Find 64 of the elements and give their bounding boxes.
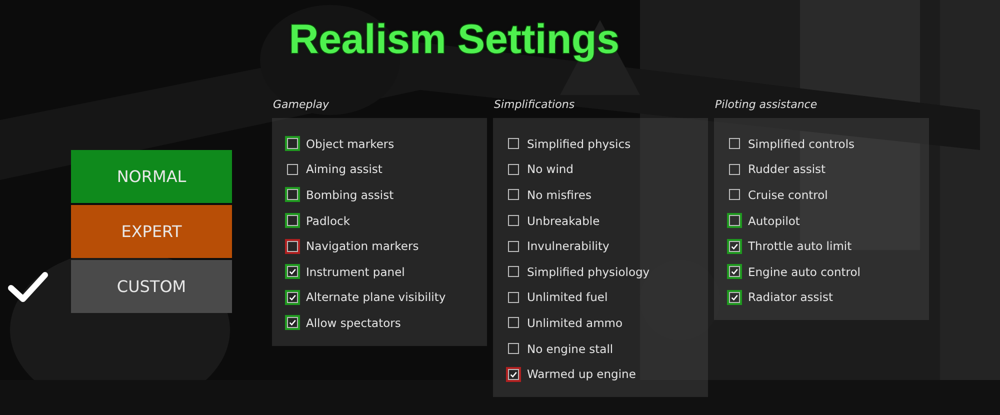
option-label: Invulnerability (527, 239, 610, 254)
checkbox[interactable] (506, 315, 521, 330)
option-label: Rudder assist (748, 162, 826, 176)
checkbox[interactable] (506, 366, 521, 382)
checkmark-icon (288, 318, 297, 328)
checkbox[interactable] (285, 187, 300, 202)
checkbox[interactable] (506, 187, 521, 202)
checkmark-icon (730, 242, 739, 251)
checkmark-icon (730, 267, 739, 276)
option-label: Alternate plane visibility (306, 290, 446, 304)
preset-button[interactable]: CUSTOM (71, 260, 232, 313)
option-label: Unlimited fuel (527, 290, 608, 304)
checkbox[interactable] (727, 264, 742, 280)
option-label: Autopilot (748, 214, 800, 228)
checkbox[interactable] (506, 341, 521, 356)
option-label: Radiator assist (748, 290, 833, 304)
checkbox[interactable] (506, 213, 521, 228)
checkmark-icon (509, 370, 518, 379)
checkbox[interactable] (727, 290, 742, 305)
preset-button[interactable]: NORMAL (71, 150, 232, 203)
option-label: Cruise control (748, 188, 828, 202)
checkmark-icon (288, 292, 297, 302)
option-label: No wind (527, 162, 574, 176)
checkmark-icon (288, 267, 297, 276)
preset-button[interactable]: EXPERT (71, 205, 232, 258)
option-label: Allow spectators (306, 316, 401, 330)
option-label: Unbreakable (527, 214, 600, 228)
option-label: Simplified physics (527, 136, 631, 151)
option-label: Simplified physiology (527, 264, 650, 279)
option-label: Throttle auto limit (748, 239, 852, 254)
checkbox[interactable] (727, 162, 742, 177)
checkbox[interactable] (285, 213, 300, 228)
option-label: No misfires (527, 188, 592, 202)
option-label: No engine stall (527, 342, 614, 356)
checkbox[interactable] (285, 315, 300, 330)
checkbox[interactable] (506, 290, 521, 305)
checkbox[interactable] (506, 136, 521, 152)
checkbox[interactable] (727, 136, 742, 152)
checkbox[interactable] (727, 213, 742, 228)
checkbox[interactable] (506, 162, 521, 177)
option-label: Unlimited ammo (527, 316, 623, 330)
option-label: Instrument panel (306, 264, 405, 279)
checkbox[interactable] (285, 162, 300, 177)
option-label: Warmed up engine (527, 367, 636, 382)
option-label: Engine auto control (748, 264, 860, 279)
checkbox[interactable] (727, 238, 742, 254)
option-label: Aiming assist (306, 162, 382, 176)
page-title: Realism Settings (288, 15, 620, 64)
option-label: Bombing assist (306, 188, 394, 202)
checkbox[interactable] (506, 264, 521, 280)
checkbox[interactable] (285, 238, 300, 254)
checkbox[interactable] (727, 187, 742, 202)
checkbox[interactable] (285, 264, 300, 280)
checkbox[interactable] (285, 136, 300, 152)
option-label: Simplified controls (748, 136, 855, 151)
group-heading: Gameplay (272, 97, 330, 113)
checkmark-icon (730, 292, 739, 302)
option-label: Navigation markers (306, 239, 419, 254)
checkbox[interactable] (506, 238, 521, 254)
option-label: Padlock (306, 214, 350, 228)
group-heading: Simplifications (493, 97, 576, 113)
checkbox[interactable] (285, 290, 300, 305)
group-heading: Piloting assistance (714, 97, 818, 113)
option-label: Object markers (306, 136, 394, 151)
